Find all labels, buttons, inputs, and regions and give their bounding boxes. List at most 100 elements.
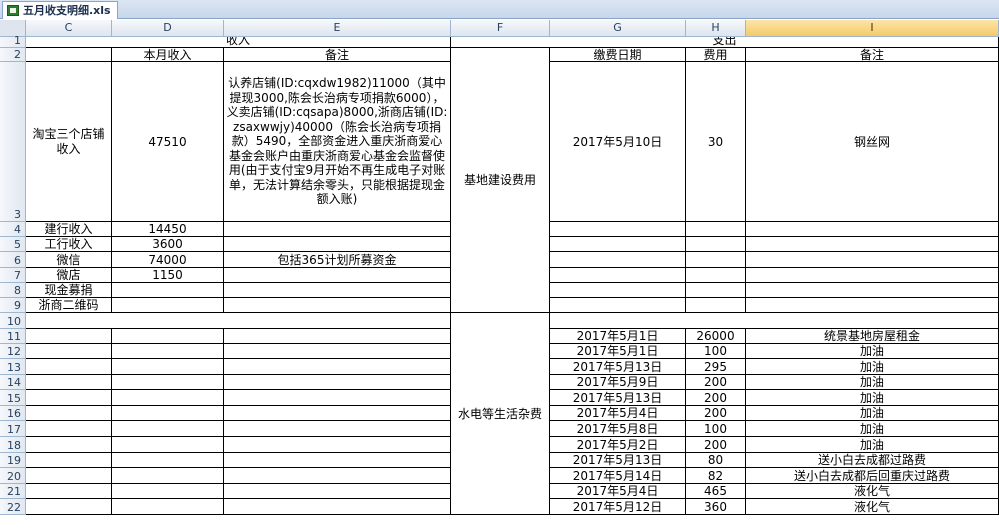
expense-date-cell[interactable] xyxy=(550,237,686,252)
blank-cell[interactable] xyxy=(112,468,224,484)
row-header-14[interactable]: 14 xyxy=(0,375,26,390)
expense-date-cell[interactable] xyxy=(550,283,686,298)
expense-note-cell[interactable]: 加油 xyxy=(746,406,999,421)
spacer-row-10[interactable] xyxy=(26,313,451,329)
row-header-9[interactable]: 9 xyxy=(0,298,26,313)
column-header-f[interactable]: F xyxy=(451,20,550,37)
income-amount-cell[interactable]: 1150 xyxy=(112,268,224,283)
expense-header-date[interactable]: 缴费日期 xyxy=(550,48,686,62)
expense-date-cell[interactable]: 2017年5月1日 xyxy=(550,329,686,344)
income-note-cell[interactable] xyxy=(224,222,451,237)
expense-date-cell[interactable]: 2017年5月8日 xyxy=(550,421,686,437)
blank-cell[interactable] xyxy=(26,390,112,406)
expense-note-cell[interactable] xyxy=(746,237,999,252)
expense-note-cell[interactable]: 送小白去成都过路费 xyxy=(746,453,999,468)
blank-cell[interactable] xyxy=(224,484,451,499)
column-header-e[interactable]: E xyxy=(224,20,451,37)
expense-date-cell[interactable]: 2017年5月13日 xyxy=(550,390,686,406)
blank-cell[interactable] xyxy=(224,468,451,484)
row-header-11[interactable]: 11 xyxy=(0,329,26,344)
expense-cost-cell[interactable]: 465 xyxy=(686,484,746,499)
column-header-i[interactable]: I xyxy=(746,20,999,37)
row-header-22[interactable]: 22 xyxy=(0,499,26,515)
column-header-h[interactable]: H xyxy=(686,20,746,37)
blank-cell[interactable] xyxy=(26,406,112,421)
expense-cost-cell[interactable]: 200 xyxy=(686,437,746,453)
blank-cell[interactable] xyxy=(112,453,224,468)
blank-cell[interactable] xyxy=(26,344,112,359)
blank-cell[interactable] xyxy=(112,499,224,515)
income-amount-cell[interactable] xyxy=(112,283,224,298)
expense-cost-cell[interactable]: 30 xyxy=(686,62,746,222)
income-label-cell[interactable]: 工行收入 xyxy=(26,237,112,252)
expense-date-cell[interactable] xyxy=(550,298,686,313)
row-header-15[interactable]: 15 xyxy=(0,390,26,406)
expense-cost-cell[interactable]: 100 xyxy=(686,344,746,359)
income-note-cell[interactable] xyxy=(224,283,451,298)
row-header-3[interactable]: 3 xyxy=(0,62,26,222)
income-note-cell[interactable] xyxy=(224,298,451,313)
blank-cell[interactable] xyxy=(112,359,224,375)
expense-cost-cell[interactable]: 360 xyxy=(686,499,746,515)
blank-cell[interactable] xyxy=(224,359,451,375)
expense-date-cell[interactable]: 2017年5月12日 xyxy=(550,499,686,515)
expense-date-cell[interactable]: 2017年5月13日 xyxy=(550,453,686,468)
row-header-4[interactable]: 4 xyxy=(0,222,26,237)
blank-cell[interactable] xyxy=(224,437,451,453)
spacer-row-10-right[interactable] xyxy=(550,313,999,329)
blank-cell[interactable] xyxy=(26,453,112,468)
expense-cost-cell[interactable] xyxy=(686,298,746,313)
expense-title[interactable]: 支出 xyxy=(451,37,999,48)
column-header-d[interactable]: D xyxy=(112,20,224,37)
row-header-20[interactable]: 20 xyxy=(0,468,26,484)
expense-date-cell[interactable]: 2017年5月1日 xyxy=(550,344,686,359)
expense-cost-cell[interactable] xyxy=(686,252,746,268)
income-amount-cell[interactable]: 14450 xyxy=(112,222,224,237)
expense-note-cell[interactable]: 加油 xyxy=(746,437,999,453)
expense-date-cell[interactable] xyxy=(550,222,686,237)
blank-cell[interactable] xyxy=(224,390,451,406)
blank-cell[interactable] xyxy=(26,421,112,437)
row-header-10[interactable]: 10 xyxy=(0,313,26,329)
expense-date-cell[interactable]: 2017年5月9日 xyxy=(550,375,686,390)
expense-note-cell[interactable] xyxy=(746,252,999,268)
row-header-8[interactable]: 8 xyxy=(0,283,26,298)
column-header-c[interactable]: C xyxy=(26,20,112,37)
income-note-cell[interactable] xyxy=(224,268,451,283)
row-header-1[interactable]: 1 xyxy=(0,34,26,48)
income-header-note[interactable]: 备注 xyxy=(224,48,451,62)
blank-cell[interactable] xyxy=(112,375,224,390)
expense-header-note[interactable]: 备注 xyxy=(746,48,999,62)
income-header-blank[interactable] xyxy=(26,48,112,62)
income-label-cell[interactable]: 微店 xyxy=(26,268,112,283)
blank-cell[interactable] xyxy=(112,390,224,406)
expense-note-cell[interactable] xyxy=(746,298,999,313)
expense-date-cell[interactable]: 2017年5月14日 xyxy=(550,468,686,484)
income-note-cell[interactable]: 认养店铺(ID:cqxdw1982)11000（其中提现3000,陈会长治病专项… xyxy=(224,62,451,222)
income-label-cell[interactable]: 浙商二维码 xyxy=(26,298,112,313)
blank-cell[interactable] xyxy=(26,375,112,390)
expense-note-cell[interactable]: 加油 xyxy=(746,375,999,390)
blank-cell[interactable] xyxy=(224,453,451,468)
expense-cost-cell[interactable]: 26000 xyxy=(686,329,746,344)
blank-cell[interactable] xyxy=(224,344,451,359)
row-header-7[interactable]: 7 xyxy=(0,268,26,283)
blank-cell[interactable] xyxy=(112,344,224,359)
expense-note-cell[interactable]: 加油 xyxy=(746,359,999,375)
blank-cell[interactable] xyxy=(112,421,224,437)
income-note-cell[interactable] xyxy=(224,237,451,252)
income-amount-cell[interactable]: 3600 xyxy=(112,237,224,252)
expense-date-cell[interactable]: 2017年5月2日 xyxy=(550,437,686,453)
expense-note-cell[interactable]: 液化气 xyxy=(746,499,999,515)
expense-note-cell[interactable]: 加油 xyxy=(746,421,999,437)
expense-date-cell[interactable]: 2017年5月4日 xyxy=(550,484,686,499)
column-header-g[interactable]: G xyxy=(550,20,686,37)
row-header-17[interactable]: 17 xyxy=(0,421,26,437)
row-header-12[interactable]: 12 xyxy=(0,344,26,359)
row-header-6[interactable]: 6 xyxy=(0,252,26,268)
blank-cell[interactable] xyxy=(26,484,112,499)
expense-note-cell[interactable] xyxy=(746,222,999,237)
expense-cost-cell[interactable]: 200 xyxy=(686,406,746,421)
blank-cell[interactable] xyxy=(224,375,451,390)
row-header-18[interactable]: 18 xyxy=(0,437,26,453)
